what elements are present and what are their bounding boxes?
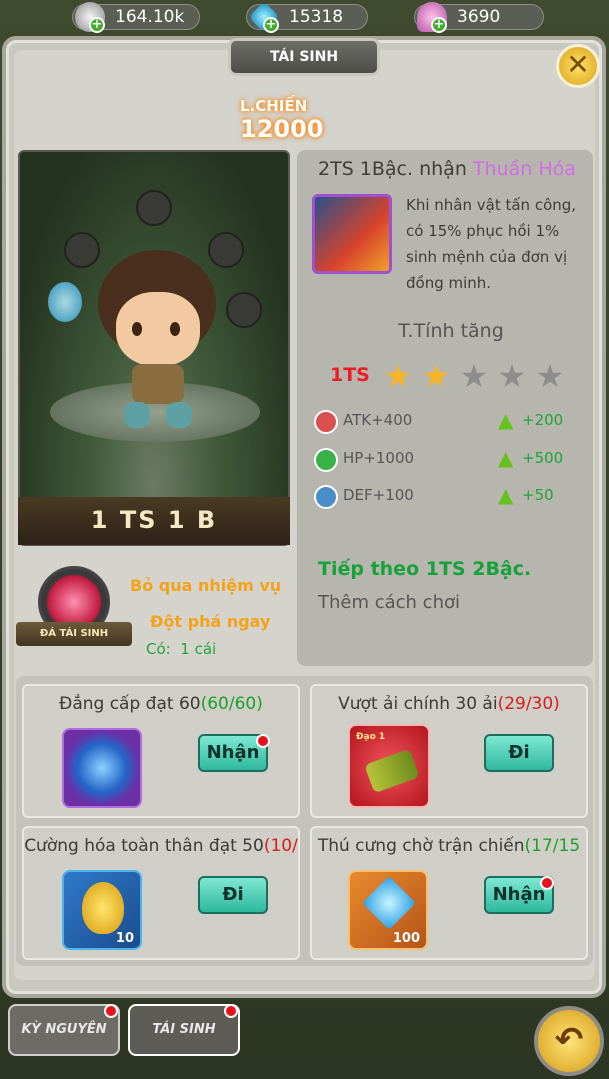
diamond-shape	[362, 876, 416, 930]
star-filled-icon: ★	[421, 357, 451, 395]
notification-dot	[224, 1004, 238, 1018]
gem-slot[interactable]	[208, 232, 244, 268]
bamboo-shape	[364, 748, 420, 794]
rebirth-stone-label: ĐÁ TÁI SINH	[16, 622, 132, 646]
skip-line1: Bỏ qua nhiệm vụ	[130, 576, 282, 595]
notification-dot	[256, 734, 270, 748]
combat-label: L.CHIẾN	[240, 97, 308, 115]
skill-icon[interactable]	[312, 194, 392, 274]
task-title: Đẳng cấp đạt 60(60/60)	[59, 694, 263, 714]
task-card: Cường hóa toàn thân đạt 50(10/ 10 Đi	[22, 826, 300, 960]
stat-atk-bonus: +200	[522, 411, 564, 429]
gem-value: 15318	[289, 7, 344, 27]
stat-def: DEF+100	[343, 486, 414, 504]
task-card: Đẳng cấp đạt 60(60/60) Nhận	[22, 684, 300, 818]
item-tier-badge: Đạo 1	[356, 732, 386, 742]
hero-rank-label: 1 TS 1 B	[18, 497, 290, 545]
screen: { "currency": { "silver": {"value": "164…	[0, 0, 609, 1079]
blue-orb-icon[interactable]	[62, 728, 142, 808]
shield-icon	[314, 485, 338, 509]
silver-currency[interactable]: + 164.10k	[72, 2, 200, 33]
go-button[interactable]: Đi	[198, 876, 268, 914]
page-title: TÁI SINH	[228, 38, 380, 76]
arrow-up-icon: ▲	[498, 483, 514, 507]
attr-header: T.Tính tăng	[398, 320, 504, 342]
add-gem-icon[interactable]: +	[263, 17, 279, 33]
hero-foot-left	[124, 402, 150, 428]
heart-icon	[314, 448, 338, 472]
gold-stone-shape	[82, 882, 124, 934]
gem-currency[interactable]: + 15318	[246, 1, 368, 33]
hero-face	[116, 292, 200, 366]
add-shell-icon[interactable]: +	[431, 17, 447, 33]
rebirth-stone-badge[interactable]: ĐÁ TÁI SINH	[16, 566, 132, 648]
stat-hp-bonus: +500	[522, 449, 564, 467]
item-quantity: 10	[115, 931, 134, 946]
star-empty-icon: ★	[497, 357, 527, 395]
task-title: Thú cưng chờ trận chiến(17/15	[317, 836, 581, 856]
task-title: Vượt ải chính 30 ải(29/30)	[338, 694, 560, 714]
attack-icon	[314, 410, 338, 434]
back-arrow-icon[interactable]: ↶	[534, 1006, 604, 1076]
silver-value: 164.10k	[115, 7, 185, 27]
gem-slot[interactable]	[64, 232, 100, 268]
hero-body	[132, 364, 184, 404]
combat-power: L.CHIẾN 12000	[240, 96, 380, 143]
combat-value: 12000	[240, 115, 324, 143]
star-empty-icon: ★	[459, 357, 489, 395]
star-empty-icon: ★	[535, 357, 565, 395]
next-stage-label: Tiếp theo 1TS 2Bậc.	[318, 558, 532, 580]
task-card: Thú cưng chờ trận chiến(17/15 100 Nhận	[310, 826, 588, 960]
notification-dot	[104, 1004, 118, 1018]
bamboo-item-icon[interactable]: Đạo 1	[348, 724, 430, 808]
hero-eye-right	[170, 322, 180, 336]
task-title: Cường hóa toàn thân đạt 50(10/	[24, 836, 298, 856]
blue-flame-icon	[48, 282, 82, 322]
task-card: Vượt ải chính 30 ải(29/30) Đạo 1 Đi	[310, 684, 588, 818]
shell-currency[interactable]: + 3690	[414, 2, 544, 33]
go-button[interactable]: Đi	[484, 734, 554, 772]
arrow-up-icon: ▲	[498, 408, 514, 432]
rebirth-level: 1TS	[330, 364, 370, 386]
gold-stone-icon[interactable]: 10	[62, 870, 142, 950]
hero-foot-right	[166, 402, 192, 428]
arrow-up-icon: ▲	[498, 446, 514, 470]
gem-slot[interactable]	[226, 292, 262, 328]
blue-diamond-icon[interactable]: 100	[348, 870, 428, 950]
skip-line2[interactable]: Đột phá ngay	[150, 612, 270, 631]
star-filled-icon: ★	[383, 357, 413, 395]
add-silver-icon[interactable]: +	[89, 17, 105, 33]
gem-slot[interactable]	[136, 190, 172, 226]
skill-description: Khi nhân vật tấn công, có 15% phục hồi 1…	[406, 196, 577, 292]
item-quantity: 100	[392, 931, 420, 946]
shell-value: 3690	[457, 7, 501, 27]
stat-atk: ATK+400	[343, 411, 413, 429]
stat-hp: HP+1000	[343, 449, 415, 467]
stone-count: Có: 1 cái	[146, 640, 217, 658]
hero-eye-left	[132, 322, 142, 336]
notification-dot	[540, 876, 554, 890]
stat-def-bonus: +50	[522, 486, 554, 504]
close-icon[interactable]: ✕	[556, 44, 600, 88]
more-gameplay-link[interactable]: Thêm cách chơi	[318, 592, 460, 613]
rebirth-title: 2TS 1Bậc. nhận Thuần Hóa	[318, 158, 576, 180]
